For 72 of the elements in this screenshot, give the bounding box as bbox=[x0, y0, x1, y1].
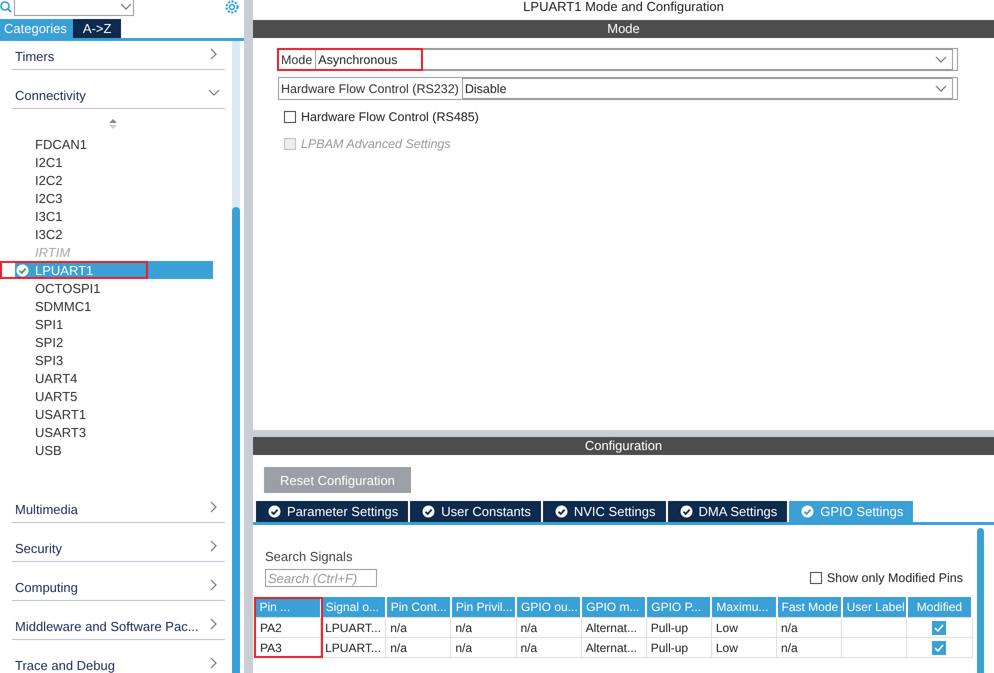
table-cell: n/a bbox=[516, 618, 582, 638]
section-header: Mode bbox=[253, 20, 994, 38]
checkbox-label: Show only Modified Pins bbox=[826, 571, 963, 585]
sidebar-tab[interactable]: A->Z bbox=[72, 19, 122, 38]
settings-tab[interactable]: DMA Settings bbox=[668, 501, 788, 522]
check-circle-icon bbox=[16, 264, 29, 276]
check-circle-icon bbox=[422, 505, 436, 518]
table-cell: Pull-up bbox=[646, 618, 712, 638]
category-header[interactable]: Computing bbox=[12, 562, 225, 601]
table-cell: Low bbox=[711, 618, 776, 638]
peripheral-item[interactable]: SDMMC1 bbox=[15, 297, 213, 315]
peripheral-item[interactable]: I2C1 bbox=[15, 153, 213, 171]
peripheral-item[interactable]: UART4 bbox=[15, 369, 213, 387]
scrollbar[interactable] bbox=[232, 41, 240, 673]
check-circle-icon bbox=[554, 505, 568, 518]
checkbox-label: Hardware Flow Control (RS485) bbox=[301, 110, 479, 124]
peripheral-item[interactable]: SPI3 bbox=[15, 351, 213, 369]
check-circle-icon bbox=[801, 505, 814, 518]
checkbox-label: LPBAM Advanced Settings bbox=[301, 136, 451, 150]
scrollbar[interactable] bbox=[977, 528, 984, 673]
sort-arrows-icon bbox=[108, 119, 116, 129]
table-cell: n/a bbox=[386, 638, 451, 658]
peripheral-item[interactable]: UART5 bbox=[15, 387, 213, 405]
table-cell: LPUART... bbox=[320, 638, 386, 658]
search-combo-field[interactable] bbox=[14, 0, 134, 16]
table-cell: Alternat... bbox=[581, 618, 646, 638]
settings-tab[interactable]: User Constants bbox=[410, 501, 541, 522]
table-cell: Pull-up bbox=[646, 638, 712, 658]
dropdown-field[interactable]: Asynchronous bbox=[315, 49, 953, 70]
table-cell: PA2 bbox=[256, 618, 321, 638]
table-cell: n/a bbox=[450, 618, 516, 638]
dropdown-field[interactable]: Disable bbox=[462, 78, 953, 99]
peripheral-item[interactable]: SPI1 bbox=[15, 315, 213, 333]
settings-tab[interactable]: NVIC Settings bbox=[542, 501, 666, 522]
table-cell: LPUART... bbox=[320, 618, 386, 638]
section-header: Configuration bbox=[253, 437, 994, 455]
peripheral-item[interactable]: USART3 bbox=[15, 423, 213, 441]
category-header[interactable]: Timers bbox=[12, 41, 225, 70]
check-circle-icon bbox=[268, 505, 281, 518]
checkbox[interactable] bbox=[810, 572, 822, 584]
table-cell: n/a bbox=[776, 618, 842, 638]
check-circle-icon bbox=[680, 505, 693, 518]
window-title: LPUART1 Mode and Configuration bbox=[522, 0, 725, 16]
settings-tab[interactable]: Parameter Settings bbox=[256, 501, 408, 522]
peripheral-item[interactable]: I2C3 bbox=[15, 189, 213, 207]
category-header[interactable]: Connectivity bbox=[12, 70, 225, 109]
field-label: Mode bbox=[281, 52, 312, 66]
category-header[interactable]: Middleware and Software Pac... bbox=[12, 601, 225, 640]
category-header[interactable]: Security bbox=[12, 523, 225, 562]
search-icon bbox=[0, 1, 12, 13]
category-header[interactable]: Multimedia bbox=[12, 484, 225, 523]
search-field[interactable]: Search (Ctrl+F) bbox=[265, 569, 377, 587]
checkbox[interactable] bbox=[284, 110, 296, 122]
search-label: Search Signals bbox=[264, 549, 354, 564]
table-cell: n/a bbox=[776, 638, 842, 658]
table-cell: n/a bbox=[386, 618, 451, 638]
peripheral-item[interactable]: I2C2 bbox=[15, 171, 213, 189]
peripheral-item[interactable]: I3C1 bbox=[15, 207, 213, 225]
table-cell: Low bbox=[711, 638, 776, 658]
peripheral-item[interactable]: USART1 bbox=[15, 405, 213, 423]
field-label: Hardware Flow Control (RS232) bbox=[281, 82, 459, 96]
peripheral-item[interactable]: I3C2 bbox=[15, 225, 213, 243]
settings-icon bbox=[224, 0, 240, 15]
peripheral-item[interactable]: USB bbox=[15, 441, 213, 459]
peripheral-item[interactable]: FDCAN1 bbox=[15, 135, 213, 153]
table-cell: n/a bbox=[450, 638, 516, 658]
table-cell: n/a bbox=[516, 638, 582, 658]
category-header[interactable]: Trace and Debug bbox=[12, 640, 225, 673]
peripheral-item[interactable]: OCTOSPI1 bbox=[15, 279, 213, 297]
scrollbar-thumb[interactable] bbox=[232, 207, 240, 673]
peripheral-item[interactable]: SPI2 bbox=[15, 333, 213, 351]
table-cell: Alternat... bbox=[581, 638, 646, 658]
